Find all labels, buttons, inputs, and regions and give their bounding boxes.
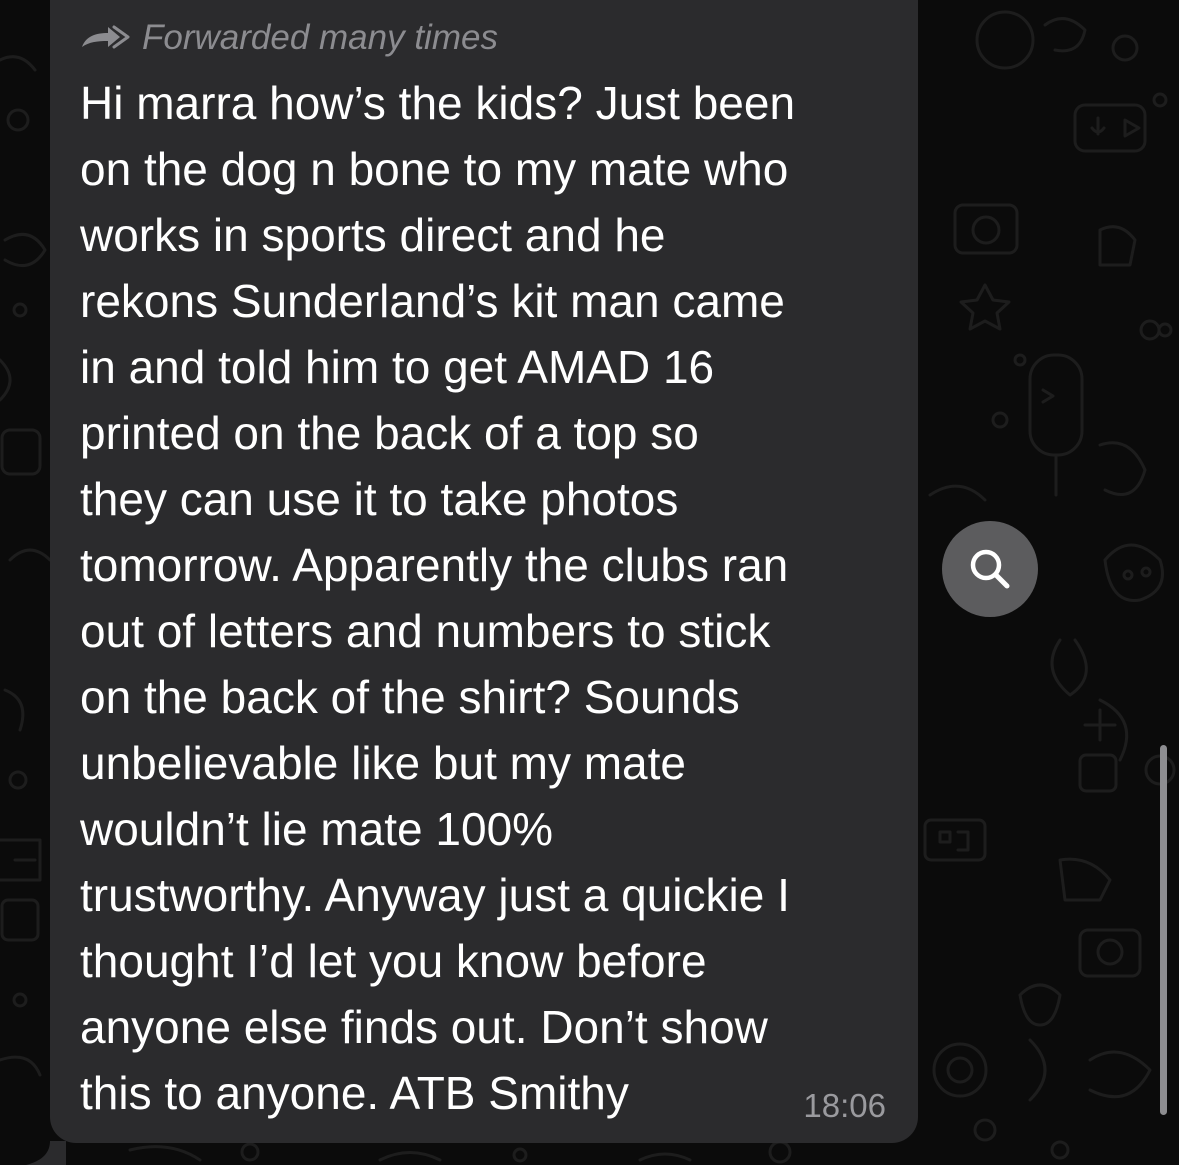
message-line: rekons Sunderland’s kit man came xyxy=(80,275,785,327)
message-line: unbelievable like but my mate xyxy=(80,737,686,789)
search-message-button[interactable] xyxy=(942,521,1038,617)
bubble-tail xyxy=(26,1141,66,1165)
message-line: printed on the back of a top so xyxy=(80,407,699,459)
message-line: out of letters and numbers to stick xyxy=(80,605,771,657)
message-line: Hi marra how’s the kids? Just been xyxy=(80,77,796,129)
message-line: anyone else finds out. Don’t show xyxy=(80,1001,768,1053)
message-line: this to anyone. ATB Smithy xyxy=(80,1067,629,1119)
message-text: Hi marra how’s the kids? Just been on th… xyxy=(80,70,900,1126)
message-line: wouldn’t lie mate 100% xyxy=(80,803,554,855)
message-line: they can use it to take photos xyxy=(80,473,679,525)
message-line: in and told him to get AMAD 16 xyxy=(80,341,715,393)
message-line: thought I’d let you know before xyxy=(80,935,707,987)
message-line: tomorrow. Apparently the clubs ran xyxy=(80,539,789,591)
scrollbar[interactable] xyxy=(1160,745,1167,1115)
search-icon xyxy=(970,549,1010,589)
message-line: trustworthy. Anyway just a quickie I xyxy=(80,869,790,921)
message-line: on the dog n bone to my mate who xyxy=(80,143,789,195)
message-line: on the back of the shirt? Sounds xyxy=(80,671,740,723)
forward-arrow-icon xyxy=(82,25,130,49)
message-timestamp: 18:06 xyxy=(803,1087,886,1124)
forwarded-label: Forwarded many times xyxy=(80,18,498,58)
message-bubble[interactable]: Forwarded many times Hi marra how’s the … xyxy=(50,0,918,1143)
message-line: works in sports direct and he xyxy=(80,209,666,261)
forwarded-text: Forwarded many times xyxy=(142,18,498,57)
